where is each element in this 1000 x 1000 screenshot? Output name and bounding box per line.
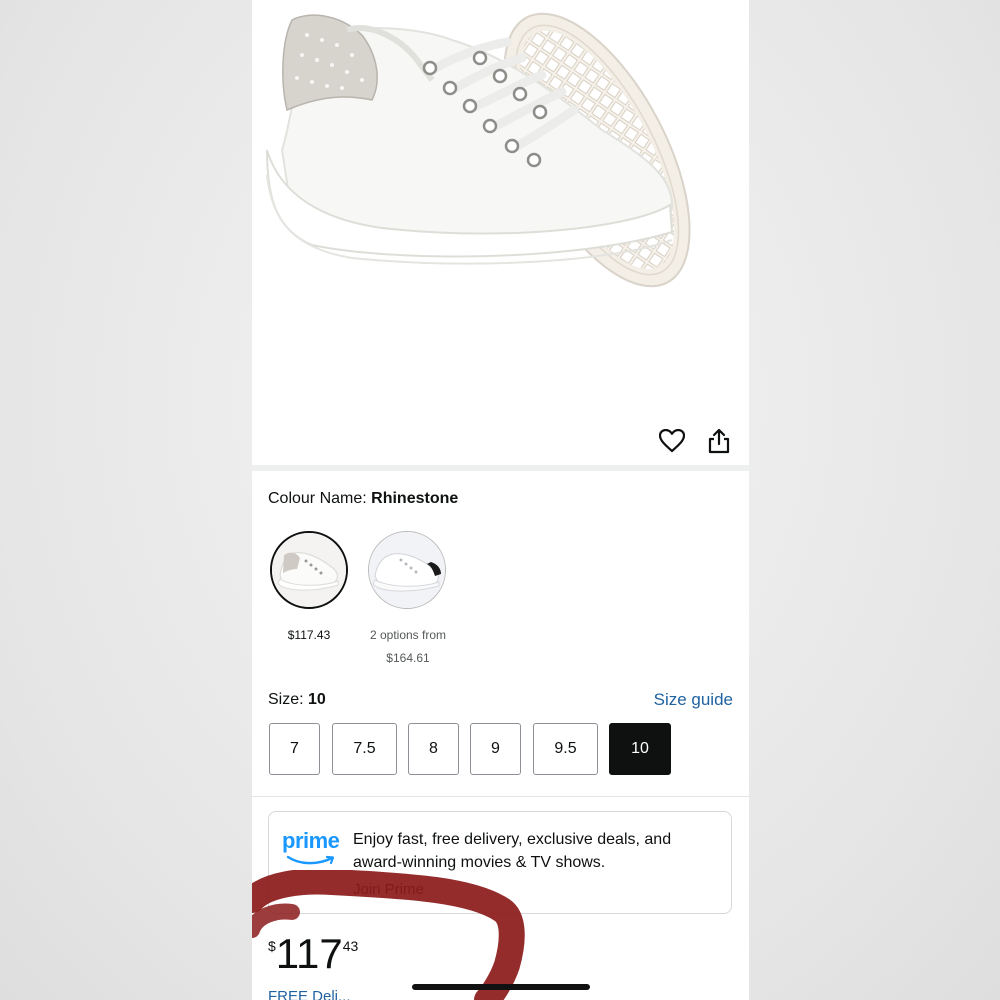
divider: [252, 796, 749, 797]
prime-smile-icon: [286, 855, 335, 865]
size-option-7[interactable]: 7: [269, 723, 320, 775]
image-action-bar: [252, 405, 749, 465]
swatch-options-price: $164.61: [386, 651, 430, 665]
prime-logo: prime: [282, 828, 340, 872]
colour-selected-value: Rhinestone: [371, 490, 459, 507]
product-page: Colour Name: Rhinestone $117.43 2 option…: [252, 0, 749, 1000]
size-selected-value: 10: [308, 691, 326, 708]
colour-label-text: Colour Name:: [268, 490, 372, 507]
colour-swatch-alt[interactable]: [368, 531, 446, 609]
white-black-sneaker-thumb: [369, 532, 445, 608]
colour-name-label: Colour Name: Rhinestone: [268, 490, 458, 508]
white-sneaker-image: [266, 12, 691, 288]
colour-swatch-rhinestone[interactable]: [270, 531, 348, 609]
share-icon[interactable]: [705, 427, 733, 455]
divider: [252, 465, 749, 471]
size-label: Size: 10: [268, 691, 326, 709]
prime-logo-word: prime: [282, 828, 340, 853]
size-option-8[interactable]: 8: [408, 723, 459, 775]
size-option-9[interactable]: 9: [470, 723, 521, 775]
prime-description: Enjoy fast, free delivery, exclusive dea…: [353, 831, 672, 871]
home-indicator[interactable]: [412, 984, 590, 990]
product-price: $11743: [268, 930, 358, 978]
heart-icon[interactable]: [658, 427, 686, 455]
size-label-text: Size:: [268, 691, 309, 708]
price-fraction: 43: [342, 938, 359, 954]
rhinestone-sneaker-thumb: [272, 533, 346, 607]
size-option-9-5[interactable]: 9.5: [533, 723, 598, 775]
size-guide-link[interactable]: Size guide: [654, 690, 733, 710]
price-currency: $: [268, 938, 276, 954]
size-option-10[interactable]: 10: [609, 723, 671, 775]
size-option-7-5[interactable]: 7.5: [332, 723, 397, 775]
swatch-price: $117.43: [287, 628, 331, 642]
swatch-options-text: 2 options from: [369, 628, 447, 642]
free-delivery-text[interactable]: FREE Deli...: [268, 988, 351, 1000]
product-image[interactable]: [252, 0, 749, 405]
price-whole: 117: [275, 930, 343, 977]
